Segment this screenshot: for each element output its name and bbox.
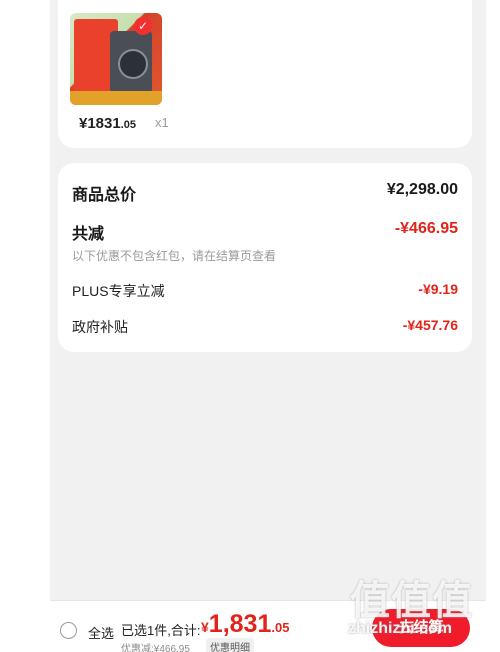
plus-discount-label: PLUS专享立减 [72, 283, 165, 299]
price-summary-card: 商品总价 ¥2,298.00 共减 -¥466.95 以下优惠不包含红包，请在结… [58, 163, 472, 352]
discount-summary: 优惠减:¥466.95 [121, 644, 190, 652]
left-margin [0, 0, 50, 652]
select-all-label[interactable]: 全选 [88, 623, 114, 642]
product-card: ✓ ¥1831.05 x1 [58, 0, 472, 148]
reduction-value: -¥466.95 [394, 220, 458, 237]
right-margin [486, 0, 500, 652]
discount-detail-button[interactable]: 优惠明细 [206, 638, 254, 652]
washing-machine-image [110, 31, 152, 93]
total-label: 商品总价 [72, 187, 137, 204]
item-price-main: ¥1831 [79, 115, 121, 132]
total-value: ¥2,298.00 [386, 181, 458, 198]
item-price: ¥1831.05 [79, 115, 136, 133]
cart-screen: ✓ ¥1831.05 x1 商品总价 ¥2,298.00 共减 -¥466.95… [50, 0, 486, 652]
grand-total-main: 1,831 [208, 610, 272, 638]
subsidy-label: 政府补贴 [72, 319, 128, 335]
reduction-note: 以下优惠不包含红包，请在结算页查看 [72, 249, 277, 263]
item-price-decimal: .05 [120, 119, 137, 131]
thumbnail-banner-strip [70, 91, 162, 105]
grand-total-currency: ¥ [201, 619, 209, 635]
grand-total: ¥1,831.05 [201, 610, 289, 639]
selected-summary-label: 已选1件,合计: [121, 623, 201, 638]
grand-total-decimal: .05 [271, 620, 290, 635]
select-all-radio[interactable] [60, 622, 77, 639]
checkout-button[interactable]: 去结算 [372, 609, 470, 647]
item-checked-icon[interactable]: ✓ [134, 17, 152, 35]
plus-discount-value: -¥9.19 [418, 281, 458, 297]
item-quantity: x1 [155, 115, 169, 130]
subsidy-value: -¥457.76 [402, 317, 458, 333]
checkout-bar: 全选 已选1件,合计: ¥1,831.05 优惠减:¥466.95 优惠明细 去… [50, 600, 486, 652]
reduction-label: 共减 [72, 226, 105, 243]
